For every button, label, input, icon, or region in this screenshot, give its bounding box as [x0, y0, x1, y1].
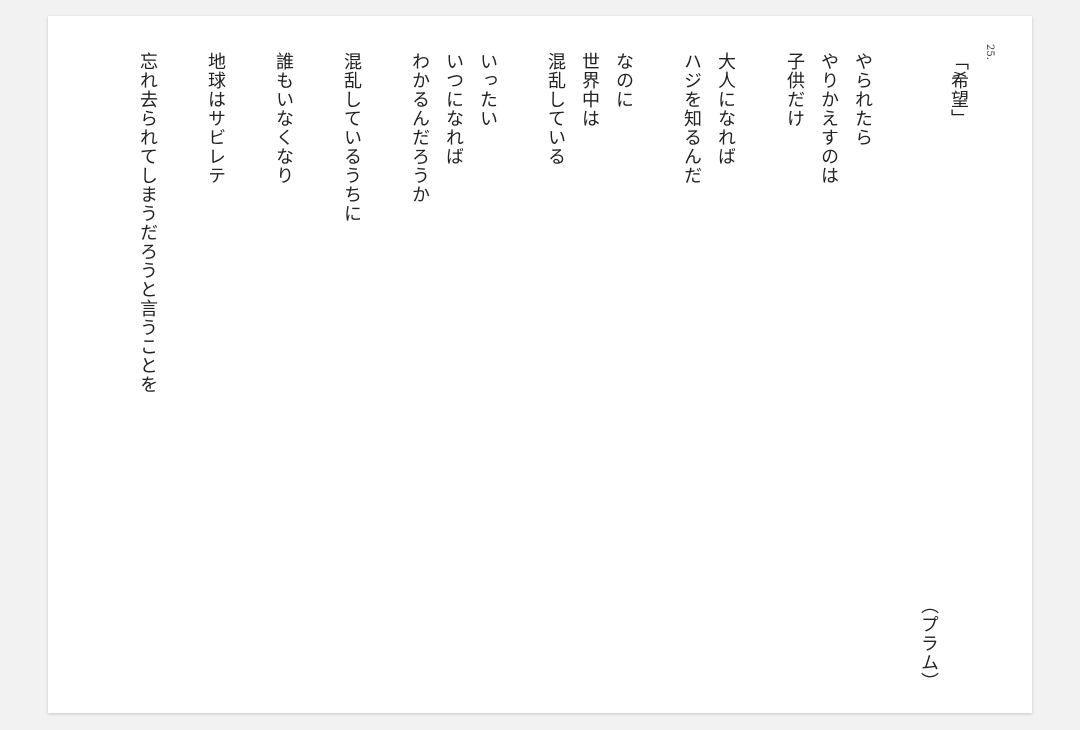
document-viewer: 25. 「希望」 やられたら やりかえすのは 子供だけ 大人になれば ハジを知る… [0, 0, 1080, 730]
poem-line: 忘れ去られてしまうだろうと言うことを [137, 52, 158, 394]
poem-author: （プラム） [918, 596, 939, 691]
poem-title: 「希望」 [948, 52, 969, 128]
poem-line: わかるんだろうか [409, 52, 430, 204]
poem-line: 地球はサビレテ [205, 52, 226, 185]
poem-line: なのに [613, 52, 634, 109]
poem-line: やりかえすのは [818, 52, 839, 185]
poem-line: 世界中は [579, 52, 600, 128]
poem-line: 子供だけ [784, 52, 805, 128]
poem-line: 誰もいなくなり [273, 52, 294, 185]
poem-line: 混乱しているうちに [341, 52, 362, 223]
poem-line: いつになれば [443, 52, 464, 166]
poem-line: 大人になれば [715, 52, 736, 166]
poem-line: ハジを知るんだ [681, 52, 702, 185]
poem-line: 混乱している [545, 52, 566, 166]
poem-number: 25. [984, 44, 995, 60]
poem-line: いったい [477, 52, 498, 128]
poem-line: やられたら [852, 52, 873, 147]
document-page: 25. 「希望」 やられたら やりかえすのは 子供だけ 大人になれば ハジを知る… [48, 16, 1032, 713]
